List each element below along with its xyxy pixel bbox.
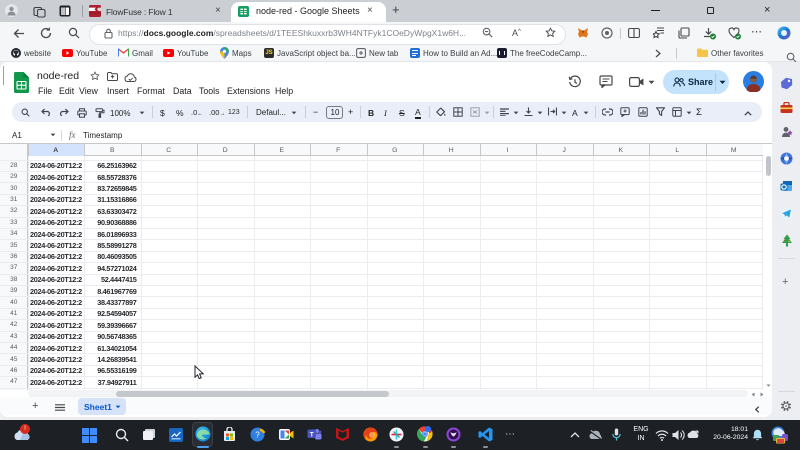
svg-text:?: ? <box>255 431 260 440</box>
svg-text:T: T <box>310 431 314 438</box>
